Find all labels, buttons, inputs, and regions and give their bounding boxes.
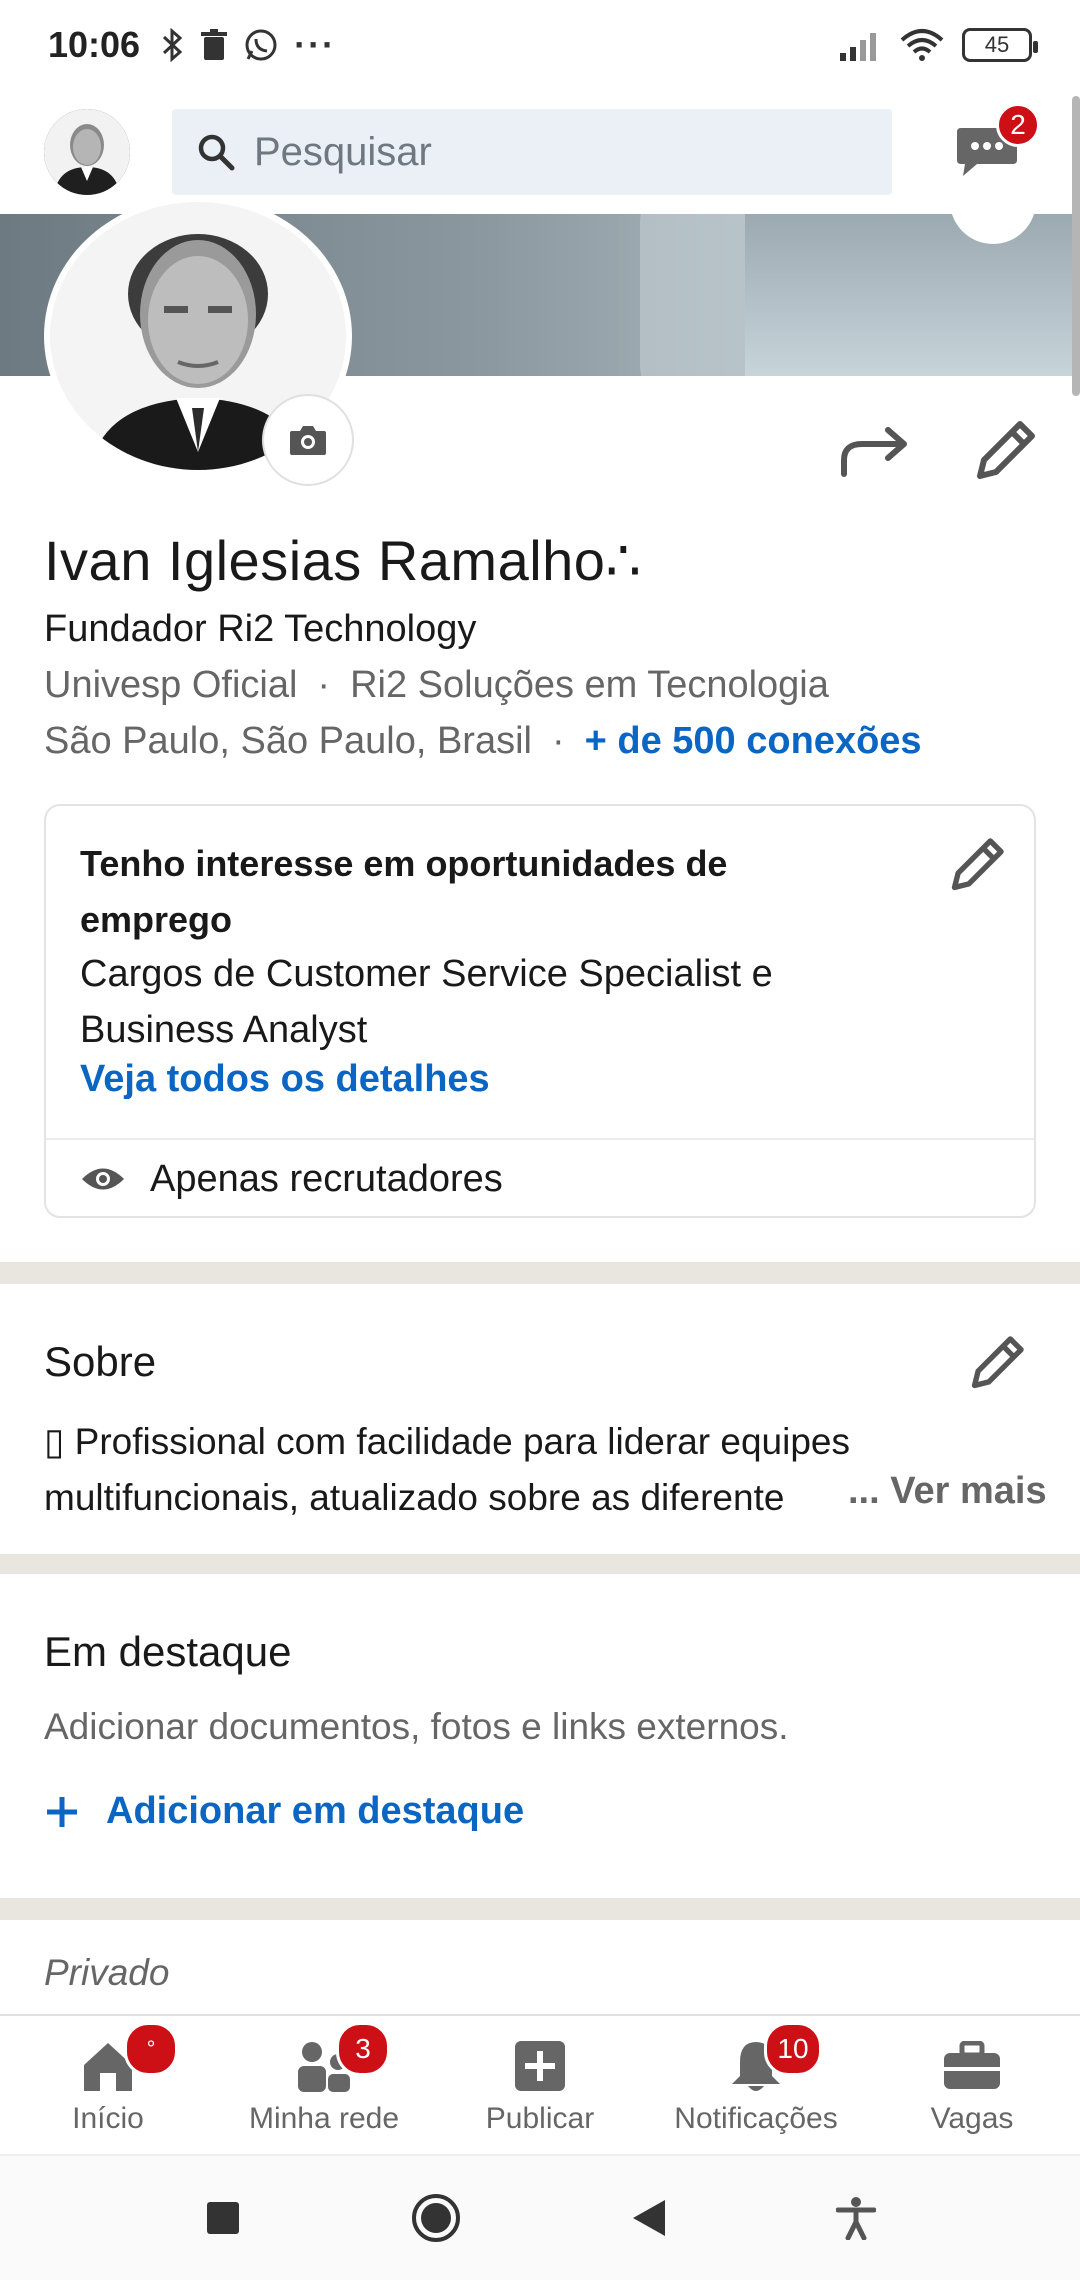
location: São Paulo, São Paulo, Brasil bbox=[44, 720, 532, 762]
featured-description: Adicionar documentos, fotos e links exte… bbox=[44, 1706, 789, 1747]
signal-icon bbox=[840, 33, 876, 61]
search-placeholder: Pesquisar bbox=[254, 129, 432, 174]
messaging-button[interactable]: 2 bbox=[952, 103, 1040, 187]
about-title: Sobre bbox=[44, 1338, 157, 1385]
search-input[interactable]: Pesquisar bbox=[172, 109, 892, 195]
pencil-icon bbox=[977, 421, 1035, 479]
profile-name: Ivan Iglesias Ramalho∴ bbox=[44, 529, 642, 592]
search-icon bbox=[198, 134, 235, 171]
change-photo-button[interactable] bbox=[262, 394, 354, 486]
about-text-line-1: ▯ Profissional com facilidade para lider… bbox=[44, 1421, 850, 1462]
recents-icon[interactable] bbox=[205, 2200, 241, 2236]
wifi-icon bbox=[900, 29, 944, 61]
nav-jobs-label: Vagas bbox=[930, 2102, 1014, 2135]
visibility-row: Apenas recrutadores bbox=[80, 1152, 503, 1206]
education-link[interactable]: Univesp Oficial bbox=[44, 664, 297, 707]
trash-icon bbox=[201, 29, 228, 60]
bottom-navigation: Início ° Minha rede 3 Publicar Notificaç… bbox=[0, 2014, 1080, 2154]
featured-title: Em destaque bbox=[44, 1628, 292, 1675]
pencil-icon bbox=[971, 1336, 1024, 1389]
post-icon bbox=[515, 2041, 565, 2091]
edit-about-button[interactable] bbox=[962, 1330, 1030, 1398]
add-featured-label: Adicionar em destaque bbox=[106, 1790, 525, 1832]
status-bar: 10:06 ··· 45 bbox=[0, 0, 1080, 90]
accessibility-icon[interactable] bbox=[835, 2196, 876, 2240]
private-section-label: Privado bbox=[44, 1952, 170, 1993]
profile-education-company: Univesp Oficial · Ri2 Soluções em Tecnol… bbox=[44, 664, 829, 707]
camera-icon bbox=[290, 426, 326, 455]
open-to-work-description: Cargos de Customer Service Specialist e … bbox=[80, 953, 773, 1051]
status-system-icons: 45 bbox=[838, 28, 1038, 62]
eye-icon bbox=[82, 1168, 124, 1190]
avatar[interactable] bbox=[44, 109, 130, 195]
status-time: 10:06 bbox=[48, 24, 141, 65]
see-more-link[interactable]: ... Ver mais bbox=[848, 1470, 1047, 1513]
section-divider bbox=[0, 1554, 1080, 1574]
nav-notifications[interactable]: Notificações 10 bbox=[648, 2016, 864, 2154]
about-text: ▯ Profissional com facilidade para lider… bbox=[44, 1414, 864, 1526]
visibility-label: Apenas recrutadores bbox=[150, 1157, 503, 1200]
nav-notifications-label: Notificações bbox=[674, 2102, 838, 2135]
more-notifications-icon: ··· bbox=[294, 24, 337, 65]
scrollbar[interactable] bbox=[1072, 96, 1080, 396]
notifications-badge: 10 bbox=[764, 2022, 822, 2076]
about-text-line-2: multifuncionais, atualizado sobre as dif… bbox=[44, 1477, 785, 1518]
whatsapp-icon bbox=[245, 29, 277, 61]
divider bbox=[46, 1138, 1034, 1140]
company-link[interactable]: Ri2 Soluções em Tecnologia bbox=[350, 664, 829, 707]
dot-separator: · bbox=[317, 664, 331, 706]
add-featured-button[interactable]: Adicionar em destaque bbox=[44, 1790, 524, 1833]
see-all-details-link[interactable]: Veja todos os detalhes bbox=[80, 1058, 490, 1101]
briefcase-icon bbox=[944, 2041, 1000, 2089]
nav-home[interactable]: Início ° bbox=[0, 2016, 216, 2154]
open-to-work-title: Tenho interesse em oportunidades de empr… bbox=[80, 843, 728, 940]
edit-intro-button[interactable] bbox=[966, 414, 1042, 490]
plus-icon bbox=[47, 1796, 77, 1827]
status-notification-icons: ··· bbox=[160, 24, 336, 66]
bluetooth-icon bbox=[163, 28, 183, 62]
top-app-bar: Pesquisar 2 bbox=[0, 90, 1080, 214]
avatar-photo bbox=[44, 109, 130, 195]
nav-jobs[interactable]: Vagas bbox=[864, 2016, 1080, 2154]
network-badge: 3 bbox=[336, 2022, 390, 2076]
nav-home-label: Início bbox=[72, 2102, 144, 2135]
edit-open-to-work-button[interactable] bbox=[942, 832, 1010, 900]
nav-post[interactable]: Publicar bbox=[432, 2016, 648, 2154]
open-to-work-card[interactable]: Tenho interesse em oportunidades de empr… bbox=[44, 804, 1036, 1218]
section-divider bbox=[0, 1898, 1080, 1920]
dot-separator: · bbox=[551, 720, 565, 762]
battery-indicator: 45 bbox=[962, 28, 1038, 62]
section-divider bbox=[0, 1262, 1080, 1284]
profile-headline: Fundador Ri2 Technology bbox=[44, 608, 477, 650]
connections-link[interactable]: + de 500 conexões bbox=[585, 720, 922, 763]
nav-my-network[interactable]: Minha rede 3 bbox=[216, 2016, 432, 2154]
share-icon bbox=[841, 427, 907, 477]
pencil-icon bbox=[951, 838, 1004, 891]
share-profile-button[interactable] bbox=[836, 414, 916, 484]
system-navigation-bar bbox=[0, 2154, 1080, 2280]
nav-post-label: Publicar bbox=[485, 2102, 595, 2135]
home-badge: ° bbox=[124, 2022, 178, 2076]
nav-my-network-label: Minha rede bbox=[248, 2102, 400, 2135]
profile-location-connections: São Paulo, São Paulo, Brasil · + de 500 … bbox=[44, 720, 922, 763]
home-circle-icon[interactable] bbox=[410, 2192, 462, 2244]
back-icon[interactable] bbox=[631, 2198, 667, 2238]
battery-level: 45 bbox=[984, 32, 1010, 57]
messages-badge: 2 bbox=[996, 103, 1040, 147]
